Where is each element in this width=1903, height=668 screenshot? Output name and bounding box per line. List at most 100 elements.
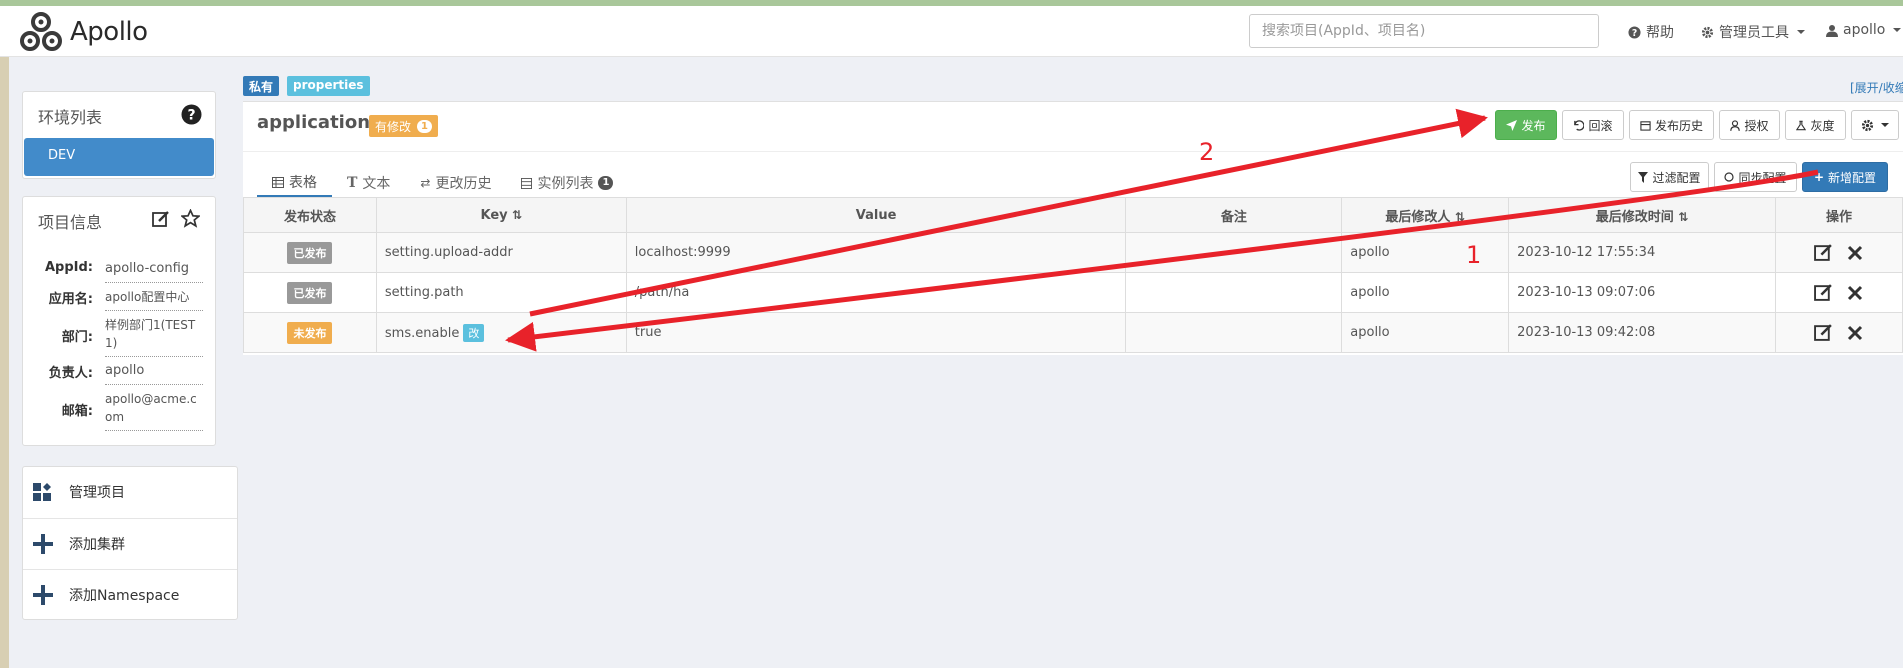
col-comment: 备注 <box>1125 197 1343 233</box>
filter-config-button[interactable]: 过滤配置 <box>1630 162 1709 192</box>
project-info-title: 项目信息 <box>38 213 103 232</box>
modified-key-badge: 改 <box>463 323 485 342</box>
gear-icon <box>1861 119 1874 131</box>
col-modifier[interactable]: 最后修改人 ⇅ <box>1341 197 1510 233</box>
gray-release-label: 灰度 <box>1810 118 1835 133</box>
dept-label: 部门: <box>61 330 93 345</box>
close-icon[interactable] <box>1847 325 1863 341</box>
close-icon[interactable] <box>1847 285 1863 301</box>
modifier-cell: apollo <box>1341 272 1510 313</box>
tab-instances[interactable]: 实例列表 1 <box>506 169 628 197</box>
filter-icon <box>1638 171 1649 183</box>
sort-icon: ⇅ <box>512 207 523 222</box>
value-cell: localhost:9999 <box>625 232 1127 273</box>
circle-icon <box>1724 172 1735 182</box>
admin-tools-menu[interactable]: 管理员工具 <box>1701 22 1805 42</box>
edit-icon[interactable] <box>1814 323 1833 342</box>
dept-value: 样例部门1(TEST1) <box>105 316 203 357</box>
project-menu-panel: 管理项目 添加集群 添加Namespace <box>22 466 238 620</box>
value-cell: /path/ha <box>625 272 1127 313</box>
user-icon <box>1826 24 1838 37</box>
tab-text[interactable]: T 文本 <box>332 169 405 197</box>
tab-change-history[interactable]: ⇄ 更改历史 <box>405 169 506 197</box>
status-badge: 未发布 <box>287 321 333 344</box>
time-cell: 2023-10-13 09:42:08 <box>1508 312 1776 353</box>
send-icon <box>1506 119 1518 131</box>
col-key[interactable]: Key ⇅ <box>375 197 627 233</box>
close-icon[interactable] <box>1847 245 1863 261</box>
sync-config-label: 同步配置 <box>1738 170 1787 185</box>
question-icon: ? <box>1628 25 1641 38</box>
publish-history-button[interactable]: 发布历史 <box>1629 110 1714 140</box>
time-cell: 2023-10-12 17:55:34 <box>1508 232 1776 273</box>
modifier-cell: apollo <box>1341 232 1510 273</box>
appname-label: 应用名: <box>48 292 93 307</box>
undo-icon <box>1574 119 1585 131</box>
edit-icon[interactable] <box>1814 283 1833 302</box>
email-value: apollo@acme.com <box>105 390 203 431</box>
appname-value: apollo配置中心 <box>105 288 203 311</box>
rollback-label: 回滚 <box>1588 118 1613 133</box>
col-modified-time-label: 最后修改时间 <box>1595 209 1674 225</box>
manage-project-item[interactable]: 管理项目 <box>23 467 237 517</box>
format-label: properties <box>287 76 370 96</box>
modified-badge-label: 有修改 <box>375 119 412 134</box>
authorize-label: 授权 <box>1744 118 1769 133</box>
config-table-header: 发布状态 Key ⇅ Value 备注 最后修改人 ⇅ 最后修改时间 ⇅ 操作 <box>243 197 1903 233</box>
question-circle-icon[interactable]: ? <box>181 104 202 125</box>
status-cell: 已发布 <box>243 232 377 273</box>
help-link[interactable]: ? 帮助 <box>1628 22 1674 42</box>
project-info-panel: 项目信息 AppId: apollo-config 应用名: apollo配置中… <box>22 196 216 446</box>
text-icon: T <box>347 175 358 191</box>
svg-text:?: ? <box>187 108 195 124</box>
ops-cell <box>1774 312 1903 353</box>
gray-release-button[interactable]: 灰度 <box>1785 110 1846 140</box>
key-cell: setting.upload-addr <box>375 232 627 273</box>
admin-tools-label: 管理员工具 <box>1719 25 1789 41</box>
table-icon <box>272 176 284 188</box>
namespace-header: application 有修改 1 发布 回滚 发布历史 授权 灰度 <box>243 102 1903 152</box>
search-input[interactable] <box>1249 14 1599 48</box>
add-namespace-item[interactable]: 添加Namespace <box>23 569 237 619</box>
settings-dropdown-button[interactable] <box>1851 110 1899 140</box>
ops-cell <box>1774 232 1903 273</box>
comment-cell <box>1125 232 1343 273</box>
chevron-down-icon <box>1893 28 1902 32</box>
add-cluster-item[interactable]: 添加集群 <box>23 518 237 568</box>
env-item-dev[interactable]: DEV <box>24 138 214 176</box>
rollback-button[interactable]: 回滚 <box>1562 110 1624 140</box>
apollo-logo[interactable]: Apollo <box>20 11 148 53</box>
tab-instances-label: 实例列表 <box>537 176 594 192</box>
col-modified-time[interactable]: 最后修改时间 ⇅ <box>1508 197 1776 233</box>
tab-change-history-label: 更改历史 <box>435 176 492 192</box>
config-table: 发布状态 Key ⇅ Value 备注 最后修改人 ⇅ 最后修改时间 ⇅ 操作 … <box>243 197 1903 353</box>
add-config-button[interactable]: + 新增配置 <box>1802 162 1888 192</box>
key-cell: setting.path <box>375 272 627 313</box>
status-badge: 已发布 <box>287 241 333 264</box>
namespace-title: application <box>257 112 371 133</box>
col-operations: 操作 <box>1774 197 1903 233</box>
modified-badge: 有修改 1 <box>369 115 438 137</box>
publish-button[interactable]: 发布 <box>1495 110 1557 140</box>
authorize-button[interactable]: 授权 <box>1719 110 1780 140</box>
key-cell: sms.enable 改 <box>375 312 627 353</box>
expand-collapse-link[interactable]: [展开/收缩] <box>1850 79 1903 96</box>
namespace-tabs: 表格 T 文本 ⇄ 更改历史 实例列表 1 <box>257 169 628 197</box>
col-key-label: Key <box>480 207 508 223</box>
edit-icon[interactable] <box>1814 243 1833 262</box>
comment-cell <box>1125 272 1343 313</box>
edit-icon[interactable] <box>152 210 170 228</box>
user-menu[interactable]: apollo <box>1826 22 1902 38</box>
sync-config-button[interactable]: 同步配置 <box>1714 162 1797 192</box>
manage-project-label: 管理项目 <box>69 485 125 501</box>
env-list-panel: 环境列表 ? DEV <box>22 91 216 179</box>
tab-text-label: 文本 <box>362 176 391 192</box>
svg-text:?: ? <box>1632 27 1637 38</box>
tab-table[interactable]: 表格 <box>257 169 332 197</box>
status-cell: 未发布 <box>243 312 377 353</box>
add-namespace-label: 添加Namespace <box>69 587 180 604</box>
time-cell: 2023-10-13 09:07:06 <box>1508 272 1776 313</box>
col-status: 发布状态 <box>243 197 377 233</box>
star-icon[interactable] <box>181 209 200 228</box>
appid-label: AppId: <box>44 260 93 275</box>
